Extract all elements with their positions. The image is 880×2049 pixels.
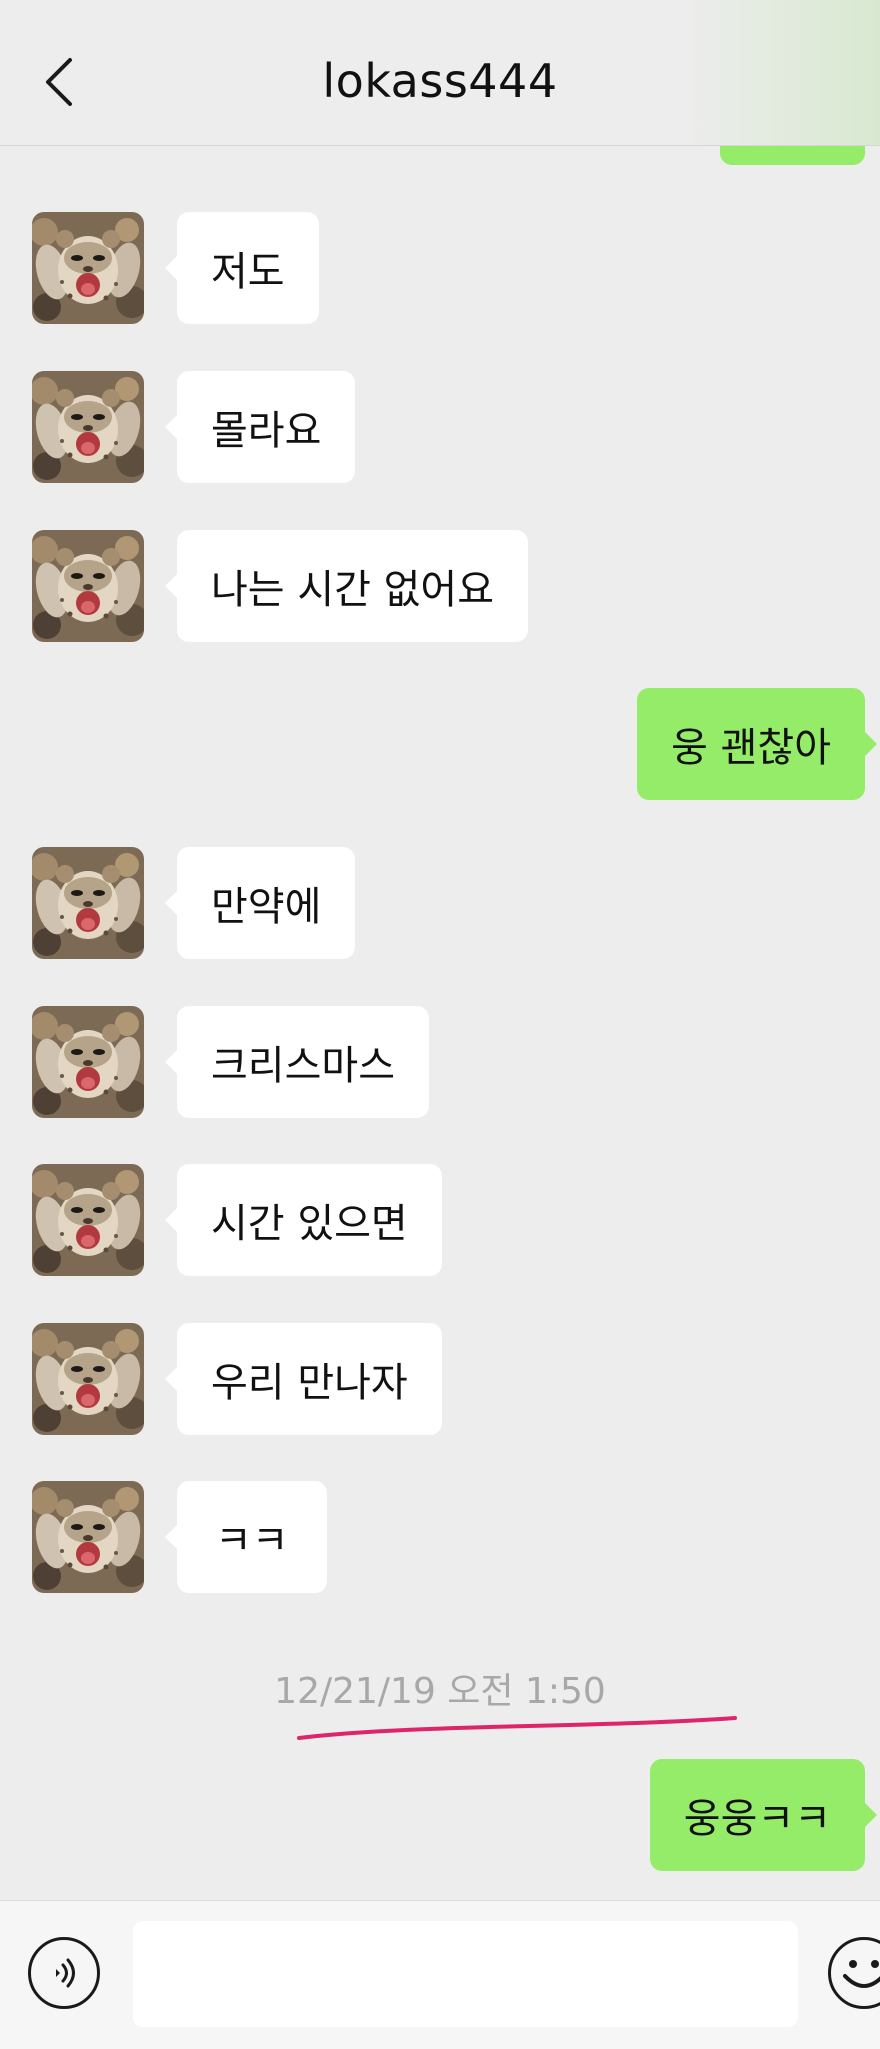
message-row: 웅 괜찮아 [0, 688, 880, 800]
chat-title: lokass444 [322, 54, 558, 108]
incoming-message-bubble[interactable]: 시간 있으면 [165, 1164, 442, 1276]
incoming-message-bubble[interactable]: 저도 [165, 212, 319, 324]
message-input[interactable] [133, 1921, 798, 2027]
emoji-button[interactable] [828, 1937, 880, 2009]
avatar[interactable] [32, 1006, 144, 1118]
emoji-icon [843, 1960, 880, 1988]
avatar[interactable] [32, 530, 144, 642]
message-row: 우리 만나자 [0, 1323, 880, 1435]
voice-button[interactable] [28, 1937, 100, 2009]
chat-header: lokass444 [0, 0, 880, 146]
avatar[interactable] [32, 847, 144, 959]
incoming-message-bubble[interactable]: ㅋㅋ [165, 1481, 327, 1593]
message-row: 웅웅ㅋㅋ [0, 1759, 880, 1871]
message-row: ㅋㅋ [0, 1481, 880, 1593]
avatar[interactable] [32, 212, 144, 324]
incoming-message-bubble[interactable]: 크리스마스 [165, 1006, 429, 1118]
avatar[interactable] [32, 1323, 144, 1435]
avatar[interactable] [32, 1481, 144, 1593]
message-row: 몰라요 [0, 371, 880, 483]
message-timestamp: 12/21/19 오전 1:50 [274, 1671, 606, 1712]
incoming-message-bubble[interactable]: 몰라요 [164, 371, 356, 483]
message-row: 저도 [0, 212, 880, 324]
annotation-underline [297, 1716, 737, 1740]
message-row: 크리스마스 [0, 1006, 880, 1118]
message-row: 만약에 [0, 847, 880, 959]
message-row: 나는 시간 없어요 [0, 530, 880, 642]
avatar[interactable] [32, 1164, 144, 1276]
input-bar [0, 1900, 880, 2049]
outgoing-message-bubble[interactable]: 웅 괜찮아 [637, 688, 877, 800]
voice-icon [56, 1958, 75, 1988]
incoming-message-bubble[interactable]: 만약에 [164, 847, 356, 959]
incoming-message-bubble[interactable]: 나는 시간 없어요 [164, 530, 529, 642]
message-row: 시간 있으면 [0, 1164, 880, 1276]
avatar[interactable] [32, 371, 144, 483]
outgoing-message-bubble[interactable]: 웅웅ㅋㅋ [649, 1759, 878, 1871]
incoming-message-bubble[interactable]: 우리 만나자 [165, 1323, 442, 1435]
